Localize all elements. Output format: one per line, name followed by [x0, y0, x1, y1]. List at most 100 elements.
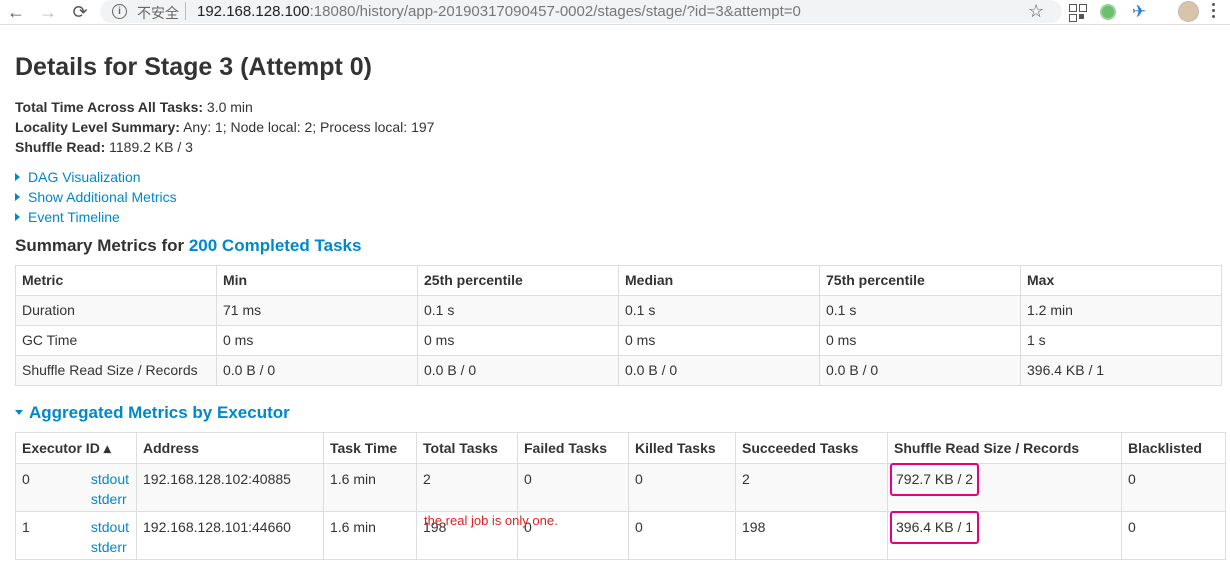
url-host: 192.168.128.100: [197, 3, 310, 20]
table-cell: 0.1 s: [417, 295, 619, 326]
address-bar[interactable]: i 不安全 192.168.128.100:18080/history/app-…: [100, 0, 1062, 23]
column-header[interactable]: 75th percentile: [819, 265, 1021, 296]
summary-locality: Locality Level Summary: Any: 1; Node loc…: [15, 117, 434, 137]
security-label[interactable]: 不安全: [137, 3, 179, 23]
url-path: :18080/history/app-20190317090457-0002/s…: [309, 3, 801, 20]
page-title: Details for Stage 3 (Attempt 0): [15, 53, 373, 81]
column-header[interactable]: Succeeded Tasks: [735, 432, 888, 464]
table-cell: 0: [517, 463, 629, 512]
table-cell: 192.168.128.101:44660: [136, 511, 324, 560]
table-cell: 198: [735, 511, 888, 560]
browser-menu-icon[interactable]: [1212, 3, 1216, 21]
table-cell: 1 s: [1020, 325, 1222, 356]
table-cell: 0.1 s: [819, 295, 1021, 326]
executor-id-cell: 0 stdout stderr: [15, 463, 137, 512]
column-header[interactable]: Total Tasks: [416, 432, 518, 464]
profile-avatar[interactable]: [1178, 1, 1199, 22]
table-cell: 2: [735, 463, 888, 512]
summary-value: 1189.2 KB / 3: [105, 139, 193, 155]
stdout-link[interactable]: stdout: [91, 469, 129, 489]
summary-label: Total Time Across All Tasks:: [15, 99, 204, 115]
table-cell: 792.7 KB / 2: [887, 463, 1122, 512]
column-header[interactable]: Max: [1020, 265, 1222, 296]
table-cell: 0.0 B / 0: [618, 355, 820, 386]
summary-value: 3.0 min: [203, 99, 253, 115]
summary-metrics-table: Metric Min 25th percentile Median 75th p…: [15, 265, 1222, 386]
column-header[interactable]: 25th percentile: [417, 265, 619, 296]
table-cell: 0: [628, 511, 736, 560]
table-cell: 1.6 min: [323, 463, 417, 512]
expand-arrow-icon: [15, 213, 20, 221]
table-cell: 0.0 B / 0: [216, 355, 418, 386]
summary-label: Shuffle Read:: [15, 139, 106, 155]
column-header[interactable]: Task Time: [323, 432, 417, 464]
extension-bird-icon[interactable]: ✈: [1132, 2, 1152, 22]
table-cell: 0.1 s: [618, 295, 820, 326]
stage-summary: Total Time Across All Tasks: 3.0 min Loc…: [15, 97, 434, 157]
toggle-label: Event Timeline: [28, 209, 120, 225]
url-divider: [185, 2, 186, 20]
shuffle-highlight-box: 396.4 KB / 1: [890, 511, 980, 544]
table-cell: 0 ms: [819, 325, 1021, 356]
summary-shuffle-read: Shuffle Read: 1189.2 KB / 3: [15, 137, 434, 157]
collapse-arrow-icon: [15, 410, 23, 415]
event-timeline-toggle[interactable]: Event Timeline: [15, 207, 177, 227]
forward-icon[interactable]: →: [38, 2, 58, 22]
summary-metrics-heading: Summary Metrics for 200 Completed Tasks: [15, 236, 361, 256]
table-cell: 1.6 min: [323, 511, 417, 560]
table-row: 1 stdout stderr 192.168.128.101:44660 1.…: [15, 511, 1226, 560]
table-cell: Shuffle Read Size / Records: [15, 355, 217, 386]
summary-value: Any: 1; Node local: 2; Process local: 19…: [179, 119, 435, 135]
table-cell: GC Time: [15, 325, 217, 356]
additional-metrics-toggle[interactable]: Show Additional Metrics: [15, 187, 177, 207]
aggregated-metrics-toggle[interactable]: Aggregated Metrics by Executor: [15, 403, 290, 423]
table-cell: 0.0 B / 0: [819, 355, 1021, 386]
table-cell: Duration: [15, 295, 217, 326]
table-cell: 0: [1121, 511, 1226, 560]
url-text[interactable]: 192.168.128.100:18080/history/app-201903…: [197, 3, 801, 20]
reload-icon[interactable]: ⟳: [70, 2, 90, 22]
bookmark-star-icon[interactable]: ☆: [1028, 1, 1044, 22]
column-header[interactable]: Blacklisted: [1121, 432, 1226, 464]
table-row: 0 stdout stderr 192.168.128.102:40885 1.…: [15, 463, 1226, 512]
column-header-executor-id[interactable]: Executor ID ▴: [15, 432, 137, 464]
table-header-row: Executor ID ▴ Address Task Time Total Ta…: [15, 432, 1226, 464]
expand-arrow-icon: [15, 173, 20, 181]
dag-visualization-toggle[interactable]: DAG Visualization: [15, 167, 177, 187]
column-header[interactable]: Address: [136, 432, 324, 464]
back-icon[interactable]: ←: [6, 2, 26, 22]
extension-circle-icon[interactable]: [1100, 4, 1116, 20]
column-header[interactable]: Shuffle Read Size / Records: [887, 432, 1122, 464]
executor-id-cell: 1 stdout stderr: [15, 511, 137, 560]
toggle-label: Show Additional Metrics: [28, 189, 177, 205]
column-header[interactable]: Metric: [15, 265, 217, 296]
stderr-link[interactable]: stderr: [91, 489, 129, 509]
table-cell: 0.0 B / 0: [417, 355, 619, 386]
table-cell: 0: [1121, 463, 1226, 512]
table-cell: 0 ms: [417, 325, 619, 356]
table-cell: 0 ms: [618, 325, 820, 356]
table-cell: 396.4 KB / 1: [1020, 355, 1222, 386]
table-cell: 0: [628, 463, 736, 512]
column-header[interactable]: Median: [618, 265, 820, 296]
executor-logs: stdout stderr: [91, 517, 129, 557]
expand-arrow-icon: [15, 193, 20, 201]
table-cell: 2: [416, 463, 518, 512]
info-icon[interactable]: i: [112, 4, 127, 19]
stdout-link[interactable]: stdout: [91, 517, 129, 537]
qr-code-icon[interactable]: [1068, 2, 1088, 22]
table-cell: 1.2 min: [1020, 295, 1222, 326]
table-cell: 192.168.128.102:40885: [136, 463, 324, 512]
stderr-link[interactable]: stderr: [91, 537, 129, 557]
column-header[interactable]: Min: [216, 265, 418, 296]
executor-metrics-table: Executor ID ▴ Address Task Time Total Ta…: [15, 432, 1226, 560]
summary-total-time: Total Time Across All Tasks: 3.0 min: [15, 97, 434, 117]
table-cell: 0 ms: [216, 325, 418, 356]
completed-tasks-link[interactable]: 200 Completed Tasks: [189, 236, 362, 255]
column-header[interactable]: Failed Tasks: [517, 432, 629, 464]
column-header[interactable]: Killed Tasks: [628, 432, 736, 464]
shuffle-highlight-box: 792.7 KB / 2: [890, 463, 980, 496]
heading-text: Aggregated Metrics by Executor: [29, 403, 290, 422]
table-row: Duration 71 ms 0.1 s 0.1 s 0.1 s 1.2 min: [15, 295, 1222, 326]
table-row: GC Time 0 ms 0 ms 0 ms 0 ms 1 s: [15, 325, 1222, 356]
